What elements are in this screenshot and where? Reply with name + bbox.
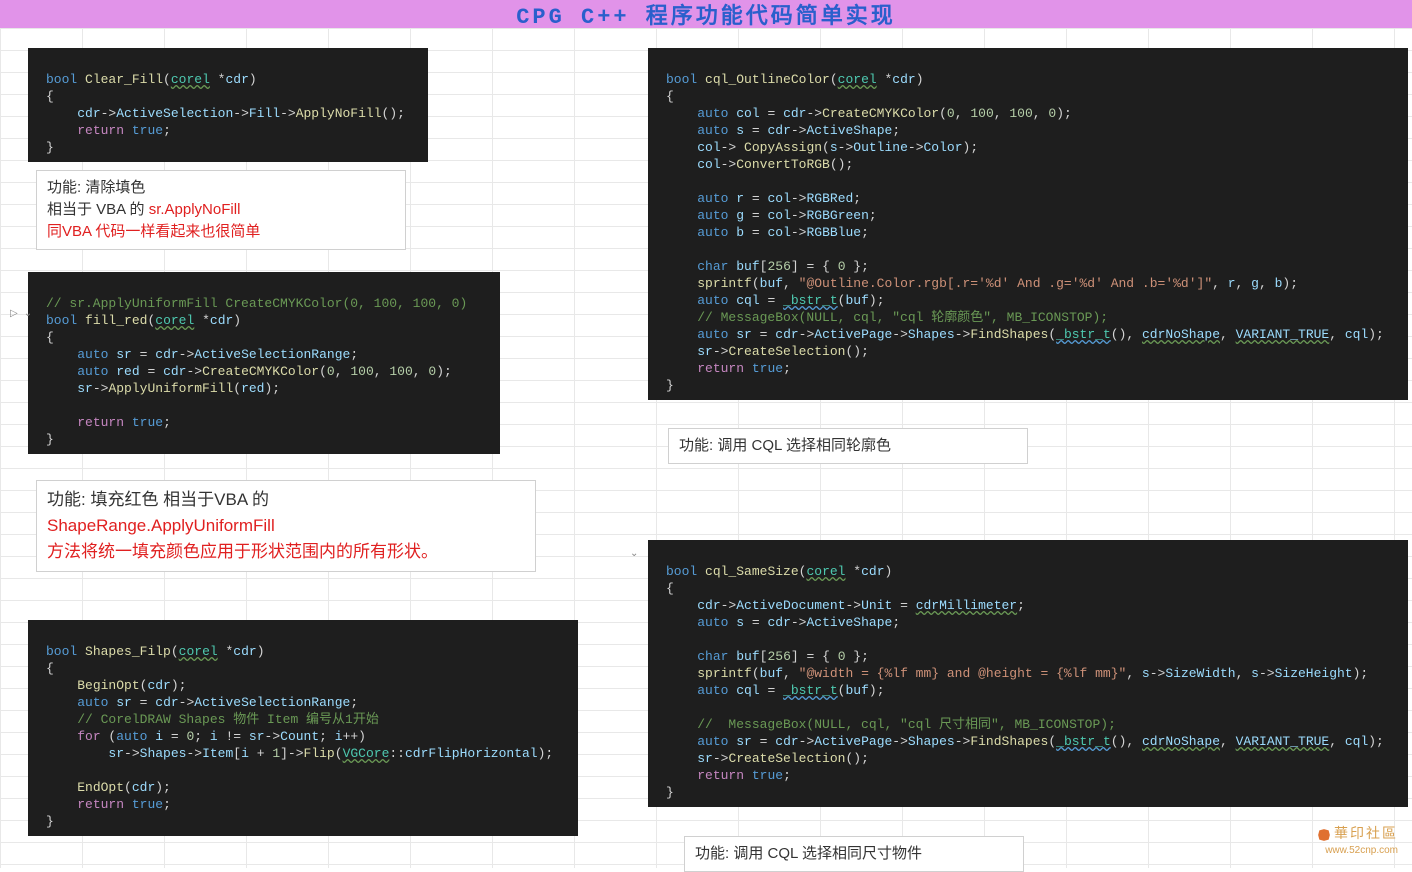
code-fill-red: // sr.ApplyUniformFill CreateCMYKColor(0…: [28, 272, 500, 454]
note-line: 方法将统一填充颜色应用于形状范围内的所有形状。: [47, 539, 525, 565]
note-clear-fill: 功能: 清除填色 相当于 VBA 的 sr.ApplyNoFill 同VBA 代…: [36, 170, 406, 250]
note-samesize: 功能: 调用 CQL 选择相同尺寸物件: [684, 836, 1024, 872]
code-same-size: ⌄bool cql_SameSize(corel *cdr) { cdr->Ac…: [648, 540, 1408, 807]
title-bar: CPG C++ 程序功能代码简单实现: [0, 0, 1412, 28]
note-line: ShapeRange.ApplyUniformFill: [47, 513, 525, 539]
page-title: CPG C++ 程序功能代码简单实现: [516, 0, 896, 30]
code-shapes-flip: bool Shapes_Filp(corel *cdr) { BeginOpt(…: [28, 620, 578, 836]
code-clear-fill: bool Clear_Fill(corel *cdr) { cdr->Activ…: [28, 48, 428, 162]
note-line: 同VBA 代码一样看起来也很简单: [47, 221, 395, 243]
code-outline-color: bool cql_OutlineColor(corel *cdr) { auto…: [648, 48, 1408, 400]
watermark: 華印社區 www.52cnp.com: [1317, 826, 1398, 858]
note-line: 功能: 调用 CQL 选择相同尺寸物件: [695, 843, 1013, 865]
note-outline: 功能: 调用 CQL 选择相同轮廓色: [668, 428, 1028, 464]
logo-icon: [1317, 828, 1331, 842]
note-line: 功能: 调用 CQL 选择相同轮廓色: [679, 435, 1017, 457]
note-fill-red: 功能: 填充红色 相当于VBA 的 ShapeRange.ApplyUnifor…: [36, 480, 536, 572]
note-line: 相当于 VBA 的 sr.ApplyNoFill: [47, 199, 395, 221]
note-line: 功能: 清除填色: [47, 177, 395, 199]
note-line: 功能: 填充红色 相当于VBA 的: [47, 487, 525, 513]
